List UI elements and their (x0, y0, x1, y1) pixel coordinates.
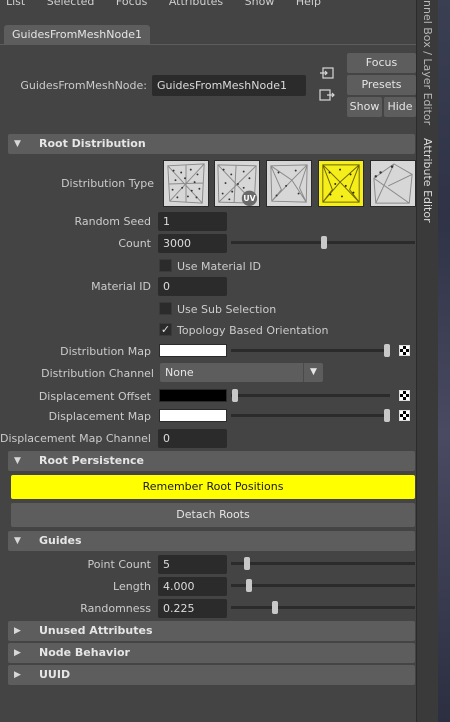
section-root-distribution[interactable]: ▼ Root Distribution (8, 134, 415, 154)
checker-map-icon[interactable] (399, 410, 410, 421)
menu-show[interactable]: Show (245, 0, 275, 8)
distribution-type-label: Distribution Type (61, 177, 154, 190)
presets-button[interactable]: Presets (347, 75, 416, 95)
section-title: UUID (39, 668, 71, 681)
svg-text:UV: UV (243, 194, 255, 203)
viewport-edge (438, 0, 450, 722)
topology-orientation-checkbox[interactable]: ✓ (159, 323, 172, 336)
length-slider-handle[interactable] (246, 579, 252, 592)
distribution-channel-label: Distribution Channel (41, 367, 154, 380)
distribution-channel-select[interactable]: None ▼ (160, 363, 323, 382)
menu-list[interactable]: List (6, 0, 25, 8)
tab-guides-from-mesh-node[interactable]: GuidesFromMeshNode1 (4, 25, 150, 44)
expand-arrow-icon: ▶ (14, 648, 21, 658)
output-connection-icon[interactable] (319, 87, 335, 103)
section-unused-attributes[interactable]: ▶ Unused Attributes (8, 621, 415, 641)
point-count-slider-track[interactable] (231, 562, 415, 565)
length-label: Length (113, 580, 151, 593)
distribution-option-face-selected[interactable] (318, 160, 364, 207)
distribution-option-uv[interactable]: UV (214, 160, 260, 207)
displacement-offset-slider-handle[interactable] (232, 389, 238, 402)
displacement-offset-slider-track[interactable] (231, 394, 390, 397)
input-connection-icon[interactable] (319, 65, 335, 81)
remember-root-positions-button[interactable]: Remember Root Positions (11, 475, 415, 499)
displacement-map-channel-field[interactable]: 0 (158, 429, 227, 448)
length-field[interactable]: 4.000 (158, 577, 227, 596)
menu-attributes[interactable]: Attributes (169, 0, 223, 8)
show-button[interactable]: Show (347, 97, 382, 117)
displacement-map-swatch[interactable] (159, 409, 227, 422)
attribute-editor-tab[interactable]: Attribute Editor (421, 138, 434, 223)
randomness-slider-handle[interactable] (272, 601, 278, 614)
displacement-map-slider-handle[interactable] (384, 409, 390, 422)
use-material-id-label: Use Material ID (177, 260, 261, 273)
section-node-behavior[interactable]: ▶ Node Behavior (8, 643, 415, 663)
collapse-arrow-icon: ▼ (14, 456, 21, 466)
randomness-slider-track[interactable] (231, 606, 415, 609)
hide-button[interactable]: Hide (384, 97, 416, 117)
tab-divider (0, 44, 416, 45)
section-guides[interactable]: ▼ Guides (8, 531, 415, 551)
displacement-offset-label: Displacement Offset (38, 390, 151, 403)
distribution-option-vertex[interactable] (266, 160, 312, 207)
expand-arrow-icon: ▶ (14, 626, 21, 636)
material-id-label: Material ID (91, 280, 151, 293)
distribution-map-slider-track[interactable] (231, 349, 390, 352)
material-id-field[interactable]: 0 (158, 277, 227, 296)
menu-bar: List Selected Focus Attributes Show Help (0, 0, 416, 10)
section-title: Guides (39, 534, 82, 547)
section-title: Root Distribution (39, 137, 146, 150)
displacement-map-channel-label: Displacement Map Channel (0, 432, 151, 445)
menu-help[interactable]: Help (296, 0, 321, 8)
use-sub-selection-label: Use Sub Selection (177, 303, 277, 316)
use-sub-selection-checkbox[interactable] (159, 302, 172, 315)
randomness-field[interactable]: 0.225 (158, 599, 227, 618)
distribution-option-uniform[interactable] (163, 160, 209, 207)
distribution-option-edge[interactable] (370, 160, 416, 207)
collapse-arrow-icon: ▼ (14, 139, 21, 149)
point-count-slider-handle[interactable] (244, 557, 250, 570)
menu-selected[interactable]: Selected (47, 0, 95, 8)
distribution-map-slider-handle[interactable] (384, 344, 390, 357)
displacement-map-label: Displacement Map (48, 410, 151, 423)
section-root-persistence[interactable]: ▼ Root Persistence (8, 451, 415, 471)
menu-focus[interactable]: Focus (116, 0, 147, 8)
node-name-label: GuidesFromMeshNode: (20, 79, 147, 92)
section-uuid[interactable]: ▶ UUID (8, 665, 415, 685)
use-material-id-checkbox[interactable] (159, 259, 172, 272)
section-title: Unused Attributes (39, 624, 153, 637)
random-seed-field[interactable]: 1 (158, 212, 227, 231)
chevron-down-icon: ▼ (303, 363, 323, 382)
expand-arrow-icon: ▶ (14, 670, 21, 680)
collapse-arrow-icon: ▼ (14, 536, 21, 546)
detach-roots-button[interactable]: Detach Roots (11, 503, 415, 527)
randomness-label: Randomness (80, 602, 151, 615)
checker-map-icon[interactable] (399, 345, 410, 356)
count-field[interactable]: 3000 (158, 234, 227, 253)
length-slider-track[interactable] (231, 584, 415, 587)
checker-map-icon[interactable] (399, 390, 410, 401)
section-title: Root Persistence (39, 454, 145, 467)
distribution-map-label: Distribution Map (60, 345, 151, 358)
section-title: Node Behavior (39, 646, 130, 659)
random-seed-label: Random Seed (74, 215, 151, 228)
distribution-channel-value: None (165, 366, 194, 379)
channel-box-tab[interactable]: nnel Box / Layer Editor (421, 0, 434, 125)
node-name-field[interactable]: GuidesFromMeshNode1 (152, 75, 306, 96)
point-count-field[interactable]: 5 (158, 555, 227, 574)
count-slider-handle[interactable] (321, 236, 327, 249)
point-count-label: Point Count (87, 558, 151, 571)
focus-button[interactable]: Focus (347, 53, 416, 73)
displacement-offset-swatch[interactable] (159, 389, 227, 402)
count-label: Count (118, 237, 151, 250)
topology-orientation-label: Topology Based Orientation (177, 324, 329, 337)
displacement-map-slider-track[interactable] (231, 414, 390, 417)
distribution-map-swatch[interactable] (159, 344, 227, 357)
